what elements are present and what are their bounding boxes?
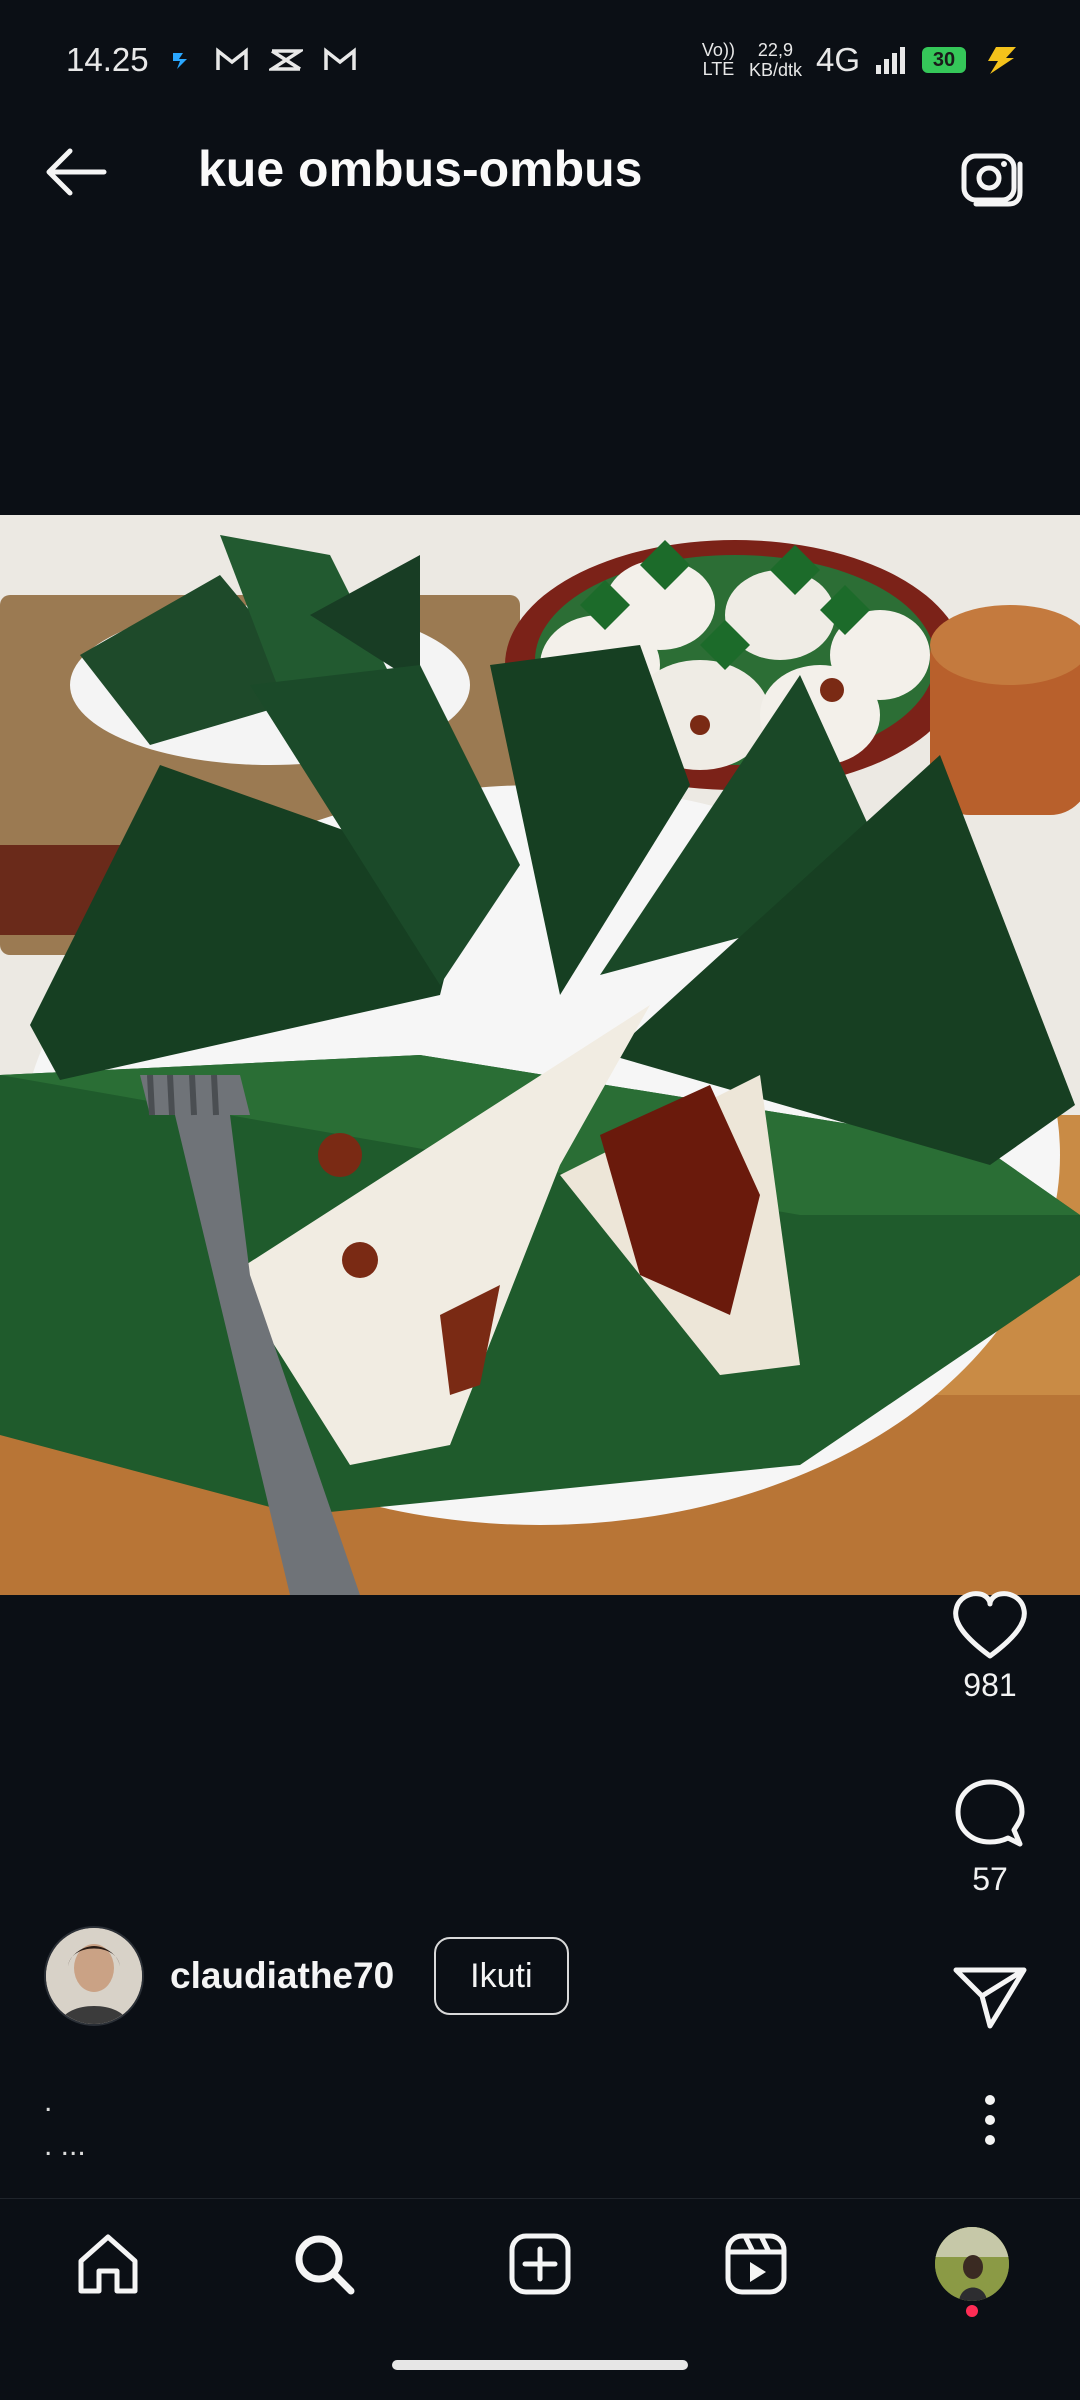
volte-indicator: Vo)) LTE bbox=[701, 40, 735, 79]
comment-button[interactable] bbox=[930, 1776, 1050, 1861]
heart-icon bbox=[953, 1591, 1027, 1659]
search-icon bbox=[295, 2235, 355, 2295]
caption-line-2: . ... bbox=[44, 2129, 86, 2162]
author-avatar[interactable] bbox=[44, 1926, 144, 2026]
send-icon bbox=[953, 1967, 1027, 2029]
bottom-navigation bbox=[0, 2198, 1080, 2329]
comment-count[interactable]: 57 bbox=[930, 1861, 1050, 1898]
nav-create[interactable] bbox=[495, 2219, 585, 2309]
nav-search[interactable] bbox=[279, 2219, 369, 2309]
network-type: 4G bbox=[815, 41, 860, 78]
status-time: 14.25 bbox=[66, 41, 149, 78]
home-indicator[interactable] bbox=[392, 2360, 688, 2370]
share-action bbox=[930, 1962, 1050, 2037]
gmail-icon bbox=[323, 47, 357, 73]
like-action: 981 bbox=[930, 1590, 1050, 1704]
gmail-icon bbox=[215, 47, 249, 73]
like-button[interactable] bbox=[930, 1590, 1050, 1667]
nav-reels[interactable] bbox=[711, 2219, 801, 2309]
camera-button[interactable] bbox=[956, 142, 1028, 214]
status-bar: 14.25 Vo)) LTE 22,9 KB/dtk 4G 30 bbox=[0, 0, 1080, 120]
home-icon bbox=[78, 2234, 138, 2294]
network-speed-unit: KB/dtk bbox=[748, 60, 802, 80]
nav-home[interactable] bbox=[63, 2219, 153, 2309]
battery-level: 30 bbox=[922, 47, 966, 73]
comment-icon bbox=[955, 1779, 1025, 1847]
back-button[interactable] bbox=[40, 142, 112, 202]
follow-button[interactable]: Ikuti bbox=[434, 1937, 569, 2015]
share-button[interactable] bbox=[930, 1962, 1050, 2037]
caption-line-1: . bbox=[44, 2085, 53, 2118]
network-speed: 22,9 KB/dtk bbox=[749, 40, 802, 80]
more-options-button[interactable] bbox=[930, 2090, 1050, 2155]
more-vertical-icon bbox=[985, 2095, 995, 2145]
page-title: kue ombus-ombus bbox=[198, 141, 643, 197]
signal-icon bbox=[874, 45, 908, 75]
create-icon bbox=[509, 2233, 571, 2295]
post-image[interactable] bbox=[0, 515, 1080, 1595]
notification-dot bbox=[966, 2305, 978, 2317]
author-username[interactable]: claudiathe70 bbox=[170, 1955, 394, 1997]
capcut-icon bbox=[169, 47, 195, 73]
camera-icon bbox=[961, 153, 1023, 207]
nav-profile[interactable] bbox=[927, 2219, 1017, 2317]
reels-icon bbox=[725, 2233, 787, 2295]
post-caption[interactable]: . . ... bbox=[44, 2080, 86, 2168]
page-header: kue ombus-ombus bbox=[0, 120, 1080, 220]
profile-avatar bbox=[935, 2227, 1009, 2301]
network-speed-value: 22,9 bbox=[757, 40, 793, 60]
charging-icon bbox=[980, 45, 1020, 75]
back-arrow-icon bbox=[46, 148, 107, 196]
comment-action: 57 bbox=[930, 1776, 1050, 1898]
post-author: claudiathe70 Ikuti bbox=[44, 1926, 569, 2026]
like-count[interactable]: 981 bbox=[930, 1667, 1050, 1704]
capcut-alt-icon bbox=[268, 47, 303, 73]
